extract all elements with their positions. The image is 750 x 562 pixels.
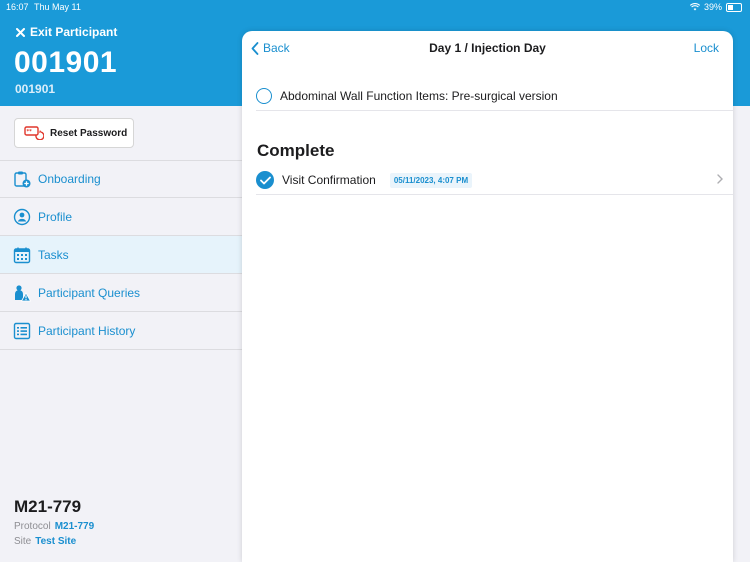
- incomplete-circle-icon: [256, 88, 272, 104]
- battery-percent: 39%: [703, 2, 722, 12]
- panel-title: Day 1 / Injection Day: [429, 41, 546, 55]
- sidebar-item-label: Profile: [38, 209, 73, 224]
- sidebar-item-label: Participant Queries: [38, 285, 141, 300]
- status-date: Thu May 11: [34, 2, 81, 12]
- completion-timestamp: 05/11/2023, 4:07 PM: [389, 172, 473, 188]
- complete-section-header: Complete: [257, 141, 335, 160]
- sidebar-item-label: Participant History: [38, 323, 136, 338]
- study-title: M21-779: [14, 497, 82, 516]
- status-right: 39%: [689, 2, 742, 12]
- clipboard-plus-icon: [14, 171, 31, 188]
- task-row-visit-confirmation[interactable]: Visit Confirmation 05/11/2023, 4:07 PM: [256, 166, 733, 195]
- reset-password-button[interactable]: ** Reset Password: [14, 118, 134, 148]
- person-warning-icon: [15, 284, 31, 301]
- sidebar-item-participant-queries[interactable]: Participant Queries: [0, 274, 242, 312]
- detail-panel: Back Day 1 / Injection Day Lock Abdomina…: [242, 31, 733, 562]
- status-time: 16:07: [6, 2, 29, 12]
- participant-sub-id: 001901: [15, 82, 56, 96]
- reset-password-label: Reset Password: [50, 127, 128, 139]
- calendar-icon: [13, 247, 31, 263]
- panel-header: Back Day 1 / Injection Day Lock: [242, 31, 733, 65]
- sidebar-nav: Onboarding Profile Tasks Participant Que…: [0, 160, 242, 350]
- checkmark-circle-icon: [256, 171, 274, 189]
- svg-text:**: **: [27, 129, 33, 135]
- task-label: Visit Confirmation: [282, 173, 376, 187]
- wifi-icon: [689, 3, 700, 11]
- protocol-label: Protocol: [14, 521, 51, 532]
- site-value: Test Site: [35, 536, 77, 547]
- password-reset-icon: **: [24, 126, 44, 140]
- exit-participant-label: Exit Participant: [30, 25, 118, 39]
- sidebar-item-tasks[interactable]: Tasks: [0, 236, 242, 274]
- person-circle-icon: [13, 208, 31, 225]
- status-bar: 16:07 Thu May 11 39%: [0, 0, 750, 15]
- sidebar-item-label: Onboarding: [38, 172, 101, 186]
- lock-button[interactable]: Lock: [694, 41, 719, 55]
- site-line: Site Test Site: [14, 536, 76, 547]
- site-label: Site: [14, 536, 32, 547]
- list-icon: [13, 322, 31, 339]
- protocol-value: M21-779: [54, 521, 95, 532]
- sidebar-item-participant-history[interactable]: Participant History: [0, 312, 242, 350]
- sidebar-item-profile[interactable]: Profile: [0, 198, 242, 236]
- exit-participant-button[interactable]: Exit Participant: [16, 25, 117, 39]
- participant-id: 001901: [14, 46, 118, 79]
- protocol-line: Protocol M21-779: [14, 521, 94, 532]
- battery-icon: [726, 2, 742, 12]
- task-label: Abdominal Wall Function Items: Pre-surgi…: [280, 89, 558, 103]
- task-row-abdominal-wall[interactable]: Abdominal Wall Function Items: Pre-surgi…: [256, 82, 733, 111]
- sidebar-item-label: Tasks: [38, 247, 69, 262]
- sidebar-item-onboarding[interactable]: Onboarding: [0, 160, 242, 198]
- chevron-right-icon: [717, 174, 723, 184]
- close-icon: [16, 27, 25, 37]
